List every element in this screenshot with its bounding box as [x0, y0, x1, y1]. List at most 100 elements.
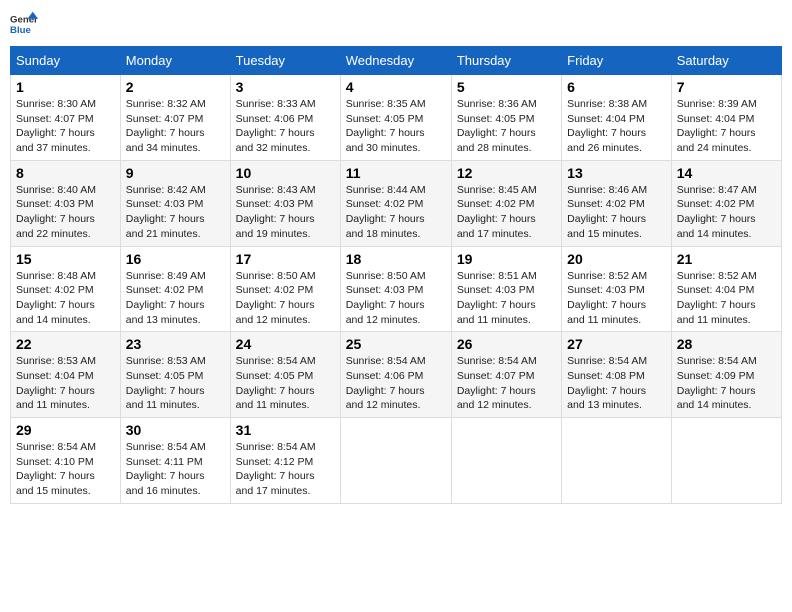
calendar-cell: 5 Sunrise: 8:36 AM Sunset: 4:05 PM Dayli…: [451, 75, 561, 161]
day-number: 1: [16, 79, 115, 95]
calendar-cell: 30 Sunrise: 8:54 AM Sunset: 4:11 PM Dayl…: [120, 418, 230, 504]
calendar-cell: [340, 418, 451, 504]
day-info: Sunrise: 8:49 AM Sunset: 4:02 PM Dayligh…: [126, 269, 225, 328]
calendar-cell: 24 Sunrise: 8:54 AM Sunset: 4:05 PM Dayl…: [230, 332, 340, 418]
calendar-cell: 2 Sunrise: 8:32 AM Sunset: 4:07 PM Dayli…: [120, 75, 230, 161]
calendar-cell: 22 Sunrise: 8:53 AM Sunset: 4:04 PM Dayl…: [11, 332, 121, 418]
day-number: 29: [16, 422, 115, 438]
day-info: Sunrise: 8:54 AM Sunset: 4:12 PM Dayligh…: [236, 440, 335, 499]
calendar-cell: 16 Sunrise: 8:49 AM Sunset: 4:02 PM Dayl…: [120, 246, 230, 332]
calendar-week-2: 8 Sunrise: 8:40 AM Sunset: 4:03 PM Dayli…: [11, 160, 782, 246]
calendar-cell: 18 Sunrise: 8:50 AM Sunset: 4:03 PM Dayl…: [340, 246, 451, 332]
day-number: 18: [346, 251, 446, 267]
day-info: Sunrise: 8:54 AM Sunset: 4:08 PM Dayligh…: [567, 354, 666, 413]
day-number: 31: [236, 422, 335, 438]
column-header-sunday: Sunday: [11, 47, 121, 75]
day-number: 21: [677, 251, 776, 267]
svg-text:Blue: Blue: [10, 25, 31, 36]
day-info: Sunrise: 8:39 AM Sunset: 4:04 PM Dayligh…: [677, 97, 776, 156]
calendar-cell: 8 Sunrise: 8:40 AM Sunset: 4:03 PM Dayli…: [11, 160, 121, 246]
day-number: 27: [567, 336, 666, 352]
day-number: 4: [346, 79, 446, 95]
calendar-cell: 17 Sunrise: 8:50 AM Sunset: 4:02 PM Dayl…: [230, 246, 340, 332]
column-header-saturday: Saturday: [671, 47, 781, 75]
column-header-tuesday: Tuesday: [230, 47, 340, 75]
day-info: Sunrise: 8:35 AM Sunset: 4:05 PM Dayligh…: [346, 97, 446, 156]
calendar-cell: 11 Sunrise: 8:44 AM Sunset: 4:02 PM Dayl…: [340, 160, 451, 246]
day-number: 13: [567, 165, 666, 181]
day-number: 8: [16, 165, 115, 181]
day-number: 9: [126, 165, 225, 181]
calendar-cell: 19 Sunrise: 8:51 AM Sunset: 4:03 PM Dayl…: [451, 246, 561, 332]
day-info: Sunrise: 8:54 AM Sunset: 4:09 PM Dayligh…: [677, 354, 776, 413]
day-number: 7: [677, 79, 776, 95]
day-number: 12: [457, 165, 556, 181]
day-number: 6: [567, 79, 666, 95]
day-info: Sunrise: 8:44 AM Sunset: 4:02 PM Dayligh…: [346, 183, 446, 242]
day-info: Sunrise: 8:54 AM Sunset: 4:07 PM Dayligh…: [457, 354, 556, 413]
column-header-monday: Monday: [120, 47, 230, 75]
column-header-wednesday: Wednesday: [340, 47, 451, 75]
calendar-cell: 9 Sunrise: 8:42 AM Sunset: 4:03 PM Dayli…: [120, 160, 230, 246]
calendar-cell: [671, 418, 781, 504]
calendar-header-row: SundayMondayTuesdayWednesdayThursdayFrid…: [11, 47, 782, 75]
calendar-cell: [562, 418, 672, 504]
day-number: 23: [126, 336, 225, 352]
calendar-cell: 15 Sunrise: 8:48 AM Sunset: 4:02 PM Dayl…: [11, 246, 121, 332]
calendar-week-4: 22 Sunrise: 8:53 AM Sunset: 4:04 PM Dayl…: [11, 332, 782, 418]
day-info: Sunrise: 8:50 AM Sunset: 4:02 PM Dayligh…: [236, 269, 335, 328]
day-number: 22: [16, 336, 115, 352]
calendar-cell: 27 Sunrise: 8:54 AM Sunset: 4:08 PM Dayl…: [562, 332, 672, 418]
day-info: Sunrise: 8:30 AM Sunset: 4:07 PM Dayligh…: [16, 97, 115, 156]
day-info: Sunrise: 8:46 AM Sunset: 4:02 PM Dayligh…: [567, 183, 666, 242]
column-header-friday: Friday: [562, 47, 672, 75]
day-number: 25: [346, 336, 446, 352]
calendar-cell: 26 Sunrise: 8:54 AM Sunset: 4:07 PM Dayl…: [451, 332, 561, 418]
calendar-cell: 25 Sunrise: 8:54 AM Sunset: 4:06 PM Dayl…: [340, 332, 451, 418]
day-info: Sunrise: 8:52 AM Sunset: 4:04 PM Dayligh…: [677, 269, 776, 328]
day-info: Sunrise: 8:33 AM Sunset: 4:06 PM Dayligh…: [236, 97, 335, 156]
day-info: Sunrise: 8:32 AM Sunset: 4:07 PM Dayligh…: [126, 97, 225, 156]
day-info: Sunrise: 8:43 AM Sunset: 4:03 PM Dayligh…: [236, 183, 335, 242]
day-number: 16: [126, 251, 225, 267]
calendar-cell: [451, 418, 561, 504]
day-info: Sunrise: 8:54 AM Sunset: 4:11 PM Dayligh…: [126, 440, 225, 499]
day-number: 10: [236, 165, 335, 181]
day-number: 28: [677, 336, 776, 352]
calendar-week-5: 29 Sunrise: 8:54 AM Sunset: 4:10 PM Dayl…: [11, 418, 782, 504]
calendar-cell: 6 Sunrise: 8:38 AM Sunset: 4:04 PM Dayli…: [562, 75, 672, 161]
day-info: Sunrise: 8:50 AM Sunset: 4:03 PM Dayligh…: [346, 269, 446, 328]
day-info: Sunrise: 8:36 AM Sunset: 4:05 PM Dayligh…: [457, 97, 556, 156]
day-number: 19: [457, 251, 556, 267]
calendar-week-3: 15 Sunrise: 8:48 AM Sunset: 4:02 PM Dayl…: [11, 246, 782, 332]
day-info: Sunrise: 8:53 AM Sunset: 4:05 PM Dayligh…: [126, 354, 225, 413]
day-number: 11: [346, 165, 446, 181]
calendar-cell: 10 Sunrise: 8:43 AM Sunset: 4:03 PM Dayl…: [230, 160, 340, 246]
calendar-body: 1 Sunrise: 8:30 AM Sunset: 4:07 PM Dayli…: [11, 75, 782, 504]
calendar-cell: 7 Sunrise: 8:39 AM Sunset: 4:04 PM Dayli…: [671, 75, 781, 161]
day-info: Sunrise: 8:53 AM Sunset: 4:04 PM Dayligh…: [16, 354, 115, 413]
calendar-table: SundayMondayTuesdayWednesdayThursdayFrid…: [10, 46, 782, 504]
calendar-cell: 29 Sunrise: 8:54 AM Sunset: 4:10 PM Dayl…: [11, 418, 121, 504]
day-number: 24: [236, 336, 335, 352]
day-number: 5: [457, 79, 556, 95]
calendar-cell: 3 Sunrise: 8:33 AM Sunset: 4:06 PM Dayli…: [230, 75, 340, 161]
day-number: 17: [236, 251, 335, 267]
calendar-cell: 12 Sunrise: 8:45 AM Sunset: 4:02 PM Dayl…: [451, 160, 561, 246]
calendar-cell: 1 Sunrise: 8:30 AM Sunset: 4:07 PM Dayli…: [11, 75, 121, 161]
day-info: Sunrise: 8:45 AM Sunset: 4:02 PM Dayligh…: [457, 183, 556, 242]
day-number: 3: [236, 79, 335, 95]
day-info: Sunrise: 8:52 AM Sunset: 4:03 PM Dayligh…: [567, 269, 666, 328]
day-number: 20: [567, 251, 666, 267]
day-info: Sunrise: 8:51 AM Sunset: 4:03 PM Dayligh…: [457, 269, 556, 328]
day-info: Sunrise: 8:54 AM Sunset: 4:06 PM Dayligh…: [346, 354, 446, 413]
calendar-cell: 28 Sunrise: 8:54 AM Sunset: 4:09 PM Dayl…: [671, 332, 781, 418]
day-number: 2: [126, 79, 225, 95]
calendar-cell: 23 Sunrise: 8:53 AM Sunset: 4:05 PM Dayl…: [120, 332, 230, 418]
day-info: Sunrise: 8:54 AM Sunset: 4:10 PM Dayligh…: [16, 440, 115, 499]
day-number: 15: [16, 251, 115, 267]
column-header-thursday: Thursday: [451, 47, 561, 75]
logo: General Blue: [10, 10, 38, 38]
page-header: General Blue: [10, 10, 782, 38]
day-number: 30: [126, 422, 225, 438]
